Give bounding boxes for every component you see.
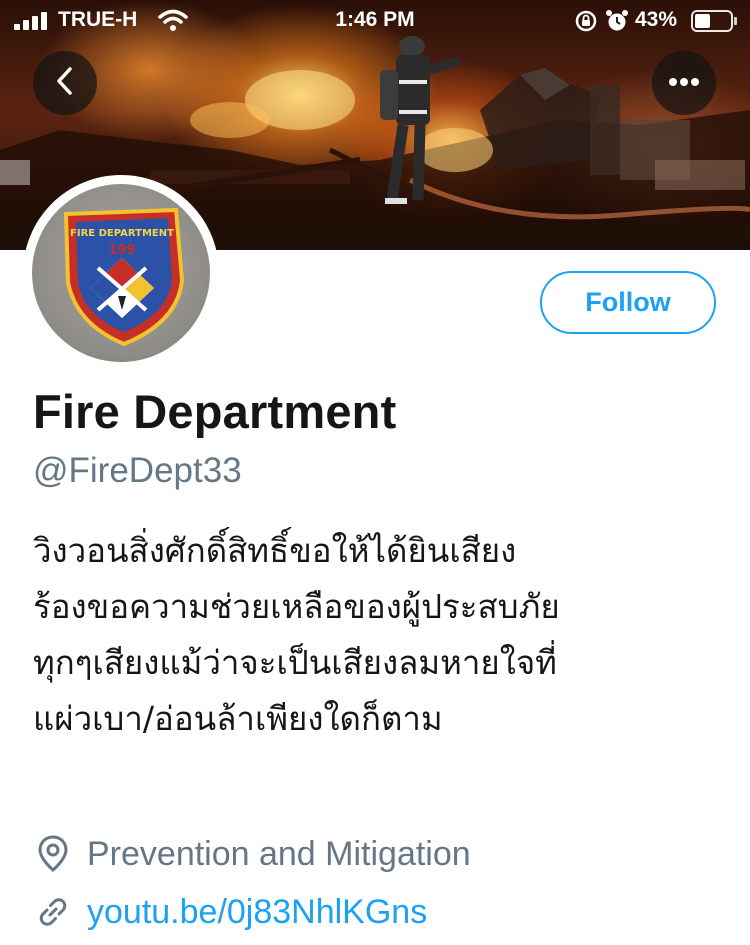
- bio-line: ร้องขอความช่วยเหลือของผู้ประสบภัย: [33, 587, 560, 626]
- location-text: Prevention and Mitigation: [87, 834, 471, 873]
- bio-line: วิงวอนสิ่งศักดิ์สิทธิ์ขอให้ได้ยินเสียง: [33, 531, 517, 570]
- back-button[interactable]: [33, 51, 97, 115]
- profile-handle: @FireDept33: [33, 451, 242, 490]
- alarm-clock-icon: [605, 9, 629, 39]
- avatar-image: FIRE DEPARTMENT 199: [32, 184, 210, 362]
- patch-text: FIRE DEPARTMENT: [70, 228, 174, 239]
- profile-website-link[interactable]: youtu.be/0j83NhlKGns: [33, 890, 427, 934]
- battery-icon: [691, 10, 739, 38]
- bio-line: ทุกๆเสียงแม้ว่าจะเป็นเสียงลมหายใจที่: [33, 643, 557, 682]
- link-icon: [33, 892, 73, 932]
- status-bar: TRUE-H 1:46 PM 43%: [0, 0, 750, 40]
- ellipsis-icon: [668, 74, 700, 92]
- chevron-left-icon: [53, 65, 77, 102]
- patch-number: 199: [108, 243, 135, 258]
- website-text[interactable]: youtu.be/0j83NhlKGns: [87, 893, 427, 932]
- profile-bio: วิงวอนสิ่งศักดิ์สิทธิ์ขอให้ได้ยินเสียง ร…: [33, 523, 733, 747]
- profile-location: Prevention and Mitigation: [33, 832, 471, 876]
- profile-name: Fire Department: [33, 385, 397, 438]
- bio-line: แผ่วเบา/อ่อนล้าเพียงใดก็ตาม: [33, 699, 443, 738]
- avatar[interactable]: FIRE DEPARTMENT 199: [23, 175, 219, 371]
- more-options-button[interactable]: [652, 51, 716, 115]
- follow-button[interactable]: Follow: [540, 271, 716, 334]
- rotation-lock-icon: [575, 10, 597, 38]
- battery-percentage: 43%: [635, 8, 678, 31]
- location-pin-icon: [33, 834, 73, 874]
- fire-department-patch-icon: FIRE DEPARTMENT 199: [63, 207, 185, 347]
